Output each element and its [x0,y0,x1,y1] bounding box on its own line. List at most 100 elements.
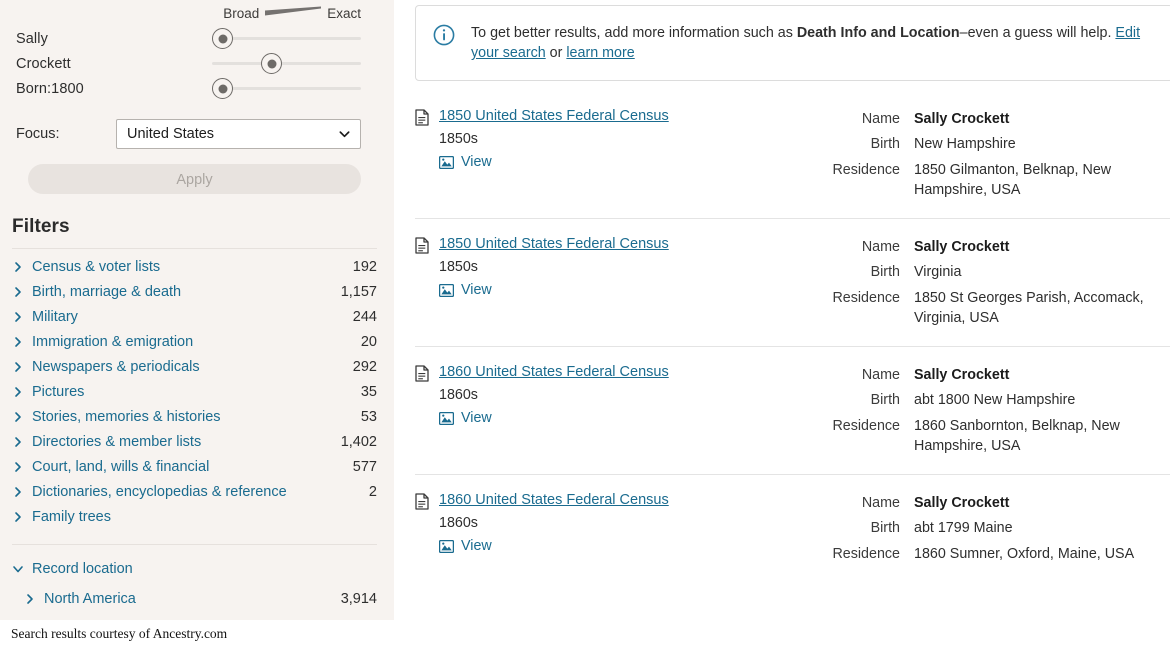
result-decade: 1860s [439,515,478,531]
filter-item-census-voter-lists[interactable]: Census & voter lists 192 [0,254,394,279]
filter-item-newspapers-periodicals[interactable]: Newspapers & periodicals 292 [0,354,394,379]
filter-count: 53 [360,408,377,425]
filter-count: 3,914 [340,590,377,607]
chevron-right-icon [15,261,21,272]
filter-item-north-america[interactable]: North America 3,914 [0,586,394,611]
info-between: or [545,45,567,61]
filter-label: Directories & member lists [32,433,202,450]
chevron-right-icon [15,411,21,422]
result-decade: 1850s [439,131,478,147]
filter-item-immigration-emigration[interactable]: Immigration & emigration 20 [0,329,394,354]
result-view-label: View [461,282,492,298]
result-title-link[interactable]: 1860 United States Federal Census [439,364,669,380]
result-view-action[interactable]: View [439,282,810,299]
field-value-residence: 1860 Sanbornton, Belknap, New Hampshire,… [914,418,1120,454]
image-icon [439,540,454,553]
filter-item-court-land-wills-financial[interactable]: Court, land, wills & financial 577 [0,454,394,479]
field-label-residence: Residence [832,162,900,178]
filter-item-directories-member-lists[interactable]: Directories & member lists 1,402 [0,429,394,454]
chevron-down-icon [13,565,23,572]
field-label-name: Name [861,111,900,127]
filter-label: Immigration & emigration [32,333,194,350]
field-value-residence: 1860 Sumner, Oxford, Maine, USA [914,546,1135,562]
image-icon [439,156,454,169]
focus-label: Focus: [16,126,60,142]
slider-row-given-name: Sally [16,26,378,51]
filter-item-dictionaries-encyclopedias-reference[interactable]: Dictionaries, encyclopedias & reference … [0,479,394,504]
result-title-link[interactable]: 1850 United States Federal Census [439,108,669,124]
field-label-residence: Residence [832,546,900,562]
footer-attribution: Search results courtesy of Ancestry.com [11,626,228,641]
search-refine-sidebar: Broad Exact Sally Crockett Born:1800 Foc… [0,0,394,626]
info-lead: To get better results, add more informat… [471,25,797,41]
result-row[interactable]: 1860 United States Federal Census 1860s … [415,474,1170,582]
field-label-name: Name [861,367,900,383]
image-icon [439,412,454,425]
results-list: 1850 United States Federal Census 1850s … [415,91,1170,582]
result-fields: Name Sally Crockett Birth New Hampshire … [810,107,1170,200]
slider-track [212,37,361,40]
result-view-action[interactable]: View [439,410,810,427]
filter-count: 35 [360,383,377,400]
slider-thumb-birth-year[interactable] [212,78,233,99]
field-value-residence: 1850 Gilmanton, Belknap, New Hampshire, … [914,162,1112,198]
filter-item-stories-memories-histories[interactable]: Stories, memories & histories 53 [0,404,394,429]
result-fields: Name Sally Crockett Birth abt 1800 New H… [810,363,1170,456]
result-title-link[interactable]: 1860 United States Federal Census [439,492,669,508]
field-value-name: Sally Crockett [914,495,1010,511]
result-title-link[interactable]: 1850 United States Federal Census [439,236,669,252]
filter-label: Family trees [32,508,111,525]
slider-row-surname: Crockett [16,51,378,76]
filter-label: Record location [32,560,133,577]
result-view-action[interactable]: View [439,538,810,555]
result-view-label: View [461,538,492,554]
chevron-right-icon [15,286,21,297]
field-value-birth: New Hampshire [914,136,1016,152]
slider-given-name[interactable] [212,26,361,51]
result-row[interactable]: 1860 United States Federal Census 1860s … [415,346,1170,474]
result-view-label: View [461,154,492,170]
slider-thumb-surname[interactable] [261,53,282,74]
slider-track [212,87,361,90]
chevron-right-icon [15,311,21,322]
chevron-down-icon [339,131,350,138]
slider-birth-year[interactable] [212,76,361,101]
focus-select[interactable]: United States [116,119,361,149]
broad-exact-scale: Broad Exact [16,0,378,26]
filter-label: Birth, marriage & death [32,283,182,300]
learn-more-link[interactable]: learn more [566,45,634,61]
slider-thumb-given-name[interactable] [212,28,233,49]
field-label-residence: Residence [832,418,900,434]
field-label-birth: Birth [870,520,900,536]
chevron-right-icon [15,386,21,397]
result-fields: Name Sally Crockett Birth abt 1799 Maine… [810,491,1170,564]
document-icon [415,493,429,510]
document-icon [415,365,429,382]
filter-item-family-trees[interactable]: Family trees [0,504,394,529]
apply-button[interactable]: Apply [28,164,361,194]
result-summary: 1850 United States Federal Census 1850s … [415,235,810,328]
result-row[interactable]: 1850 United States Federal Census 1850s … [415,91,1170,218]
info-icon [433,24,455,46]
page-footer: Search results courtesy of Ancestry.com [0,620,1170,648]
result-fields: Name Sally Crockett Birth Virginia Resid… [810,235,1170,328]
filter-item-military[interactable]: Military 244 [0,304,394,329]
filter-item-birth-marriage-death[interactable]: Birth, marriage & death 1,157 [0,279,394,304]
chevron-right-icon [15,511,21,522]
field-value-birth: Virginia [914,264,962,280]
filter-group-record-location[interactable]: Record location [0,556,394,581]
field-label-birth: Birth [870,136,900,152]
filter-label: Pictures [32,383,85,400]
chevron-right-icon [15,336,21,347]
slider-row-birth-year: Born:1800 [16,76,378,101]
filter-count: 192 [352,258,377,275]
field-value-birth: abt 1800 New Hampshire [914,392,1076,408]
filter-count: 1,402 [340,433,377,450]
filter-count: 1,157 [340,283,377,300]
result-view-action[interactable]: View [439,154,810,171]
filter-item-pictures[interactable]: Pictures 35 [0,379,394,404]
result-row[interactable]: 1850 United States Federal Census 1850s … [415,218,1170,346]
filter-count: 292 [352,358,377,375]
filter-label: Newspapers & periodicals [32,358,200,375]
slider-surname[interactable] [212,51,361,76]
